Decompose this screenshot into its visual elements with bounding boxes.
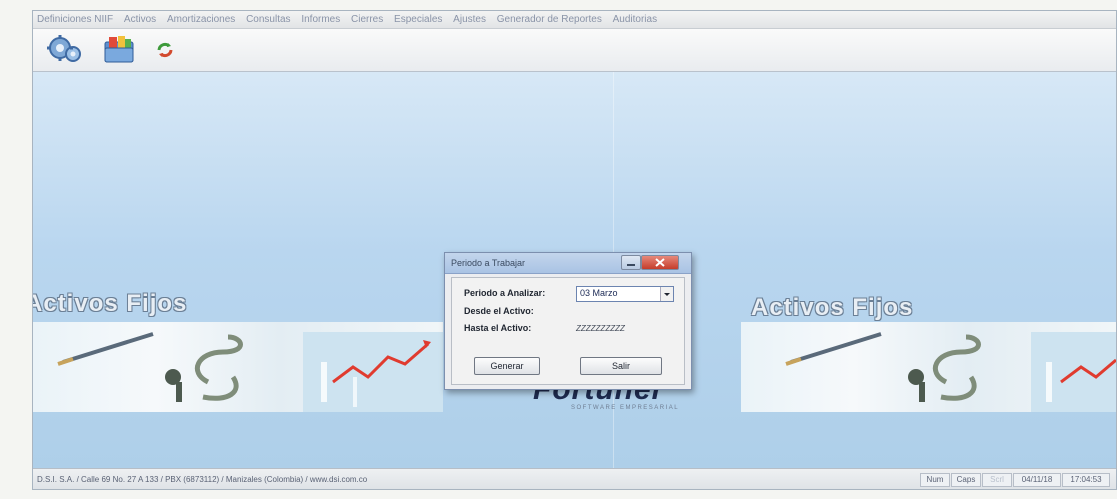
period-dialog: Periodo a Trabajar Periodo a Analizar: 0… — [444, 252, 692, 390]
dialog-title: Periodo a Trabajar — [451, 258, 526, 268]
menu-especiales[interactable]: Especiales — [390, 11, 446, 25]
banner-title-left: Activos Fijos — [32, 290, 188, 317]
desktop-area: Activos Fijos Activos Fijos SOFTWARE EMP… — [33, 72, 1116, 470]
dialog-body: Periodo a Analizar: 03 Marzo Desde el Ac… — [451, 277, 685, 385]
minimize-button[interactable] — [621, 255, 641, 270]
exit-button[interactable]: Salir — [580, 357, 662, 375]
period-select[interactable]: 03 Marzo — [576, 286, 674, 302]
banner-right — [741, 322, 1116, 412]
to-asset-label: Hasta el Activo: — [464, 323, 532, 333]
menu-cierres[interactable]: Cierres — [347, 11, 387, 25]
scroll-indicator: Scrl — [982, 473, 1012, 487]
status-bar: D.S.I. S.A. / Calle 69 No. 27 A 133 / PB… — [33, 468, 1116, 489]
to-asset-field[interactable]: ZZZZZZZZZZ — [576, 324, 672, 336]
menu-amortizaciones[interactable]: Amortizaciones — [163, 11, 239, 25]
close-icon — [655, 258, 665, 267]
refresh-icon[interactable] — [151, 32, 179, 68]
menu-auditorias[interactable]: Auditorias — [609, 11, 661, 25]
menu-informes[interactable]: Informes — [297, 11, 344, 25]
close-button[interactable] — [641, 255, 679, 270]
menu-ajustes[interactable]: Ajustes — [449, 11, 490, 25]
period-label: Periodo a Analizar: — [464, 288, 546, 298]
chevron-down-icon[interactable] — [660, 287, 673, 301]
menu-bar: Definiciones NIIF Activos Amortizaciones… — [33, 11, 1116, 29]
dialog-titlebar[interactable]: Periodo a Trabajar — [445, 253, 691, 274]
toolbar — [33, 29, 1116, 72]
status-date: 04/11/18 — [1013, 473, 1061, 487]
gears-icon[interactable] — [45, 32, 85, 68]
caps-indicator: Caps — [951, 473, 981, 487]
logo-subtitle: SOFTWARE EMPRESARIAL — [571, 405, 680, 411]
menu-consultas[interactable]: Consultas — [242, 11, 294, 25]
menu-generador-reportes[interactable]: Generador de Reportes — [493, 11, 606, 25]
generate-button[interactable]: Generar — [474, 357, 540, 375]
menu-definiciones-niif[interactable]: Definiciones NIIF — [33, 11, 117, 25]
banner-left — [33, 322, 443, 412]
num-indicator: Num — [920, 473, 950, 487]
menu-activos[interactable]: Activos — [120, 11, 160, 25]
from-asset-field[interactable] — [576, 305, 672, 317]
company-info: D.S.I. S.A. / Calle 69 No. 27 A 133 / PB… — [37, 475, 368, 484]
status-time: 17:04:53 — [1062, 473, 1110, 487]
period-select-value: 03 Marzo — [580, 288, 618, 298]
folders-icon[interactable] — [99, 32, 139, 68]
app-window: Definiciones NIIF Activos Amortizaciones… — [32, 10, 1117, 490]
from-asset-label: Desde el Activo: — [464, 306, 534, 316]
banner-title-right: Activos Fijos — [751, 294, 914, 321]
